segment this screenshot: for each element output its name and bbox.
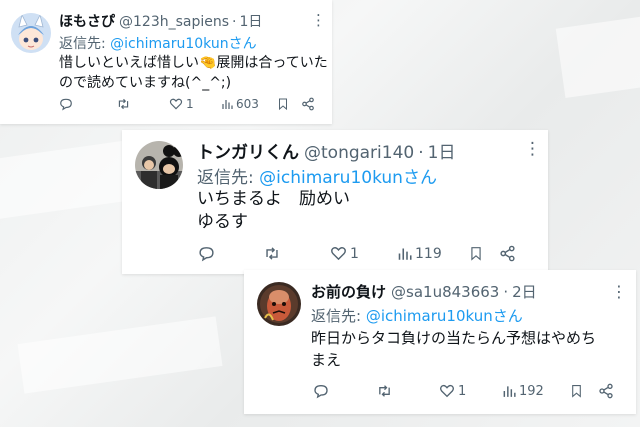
reply-to-link[interactable]: @ichimaru10kunさん xyxy=(110,36,256,52)
timestamp[interactable]: 2日 xyxy=(512,281,537,302)
share-icon xyxy=(599,383,613,399)
views-icon xyxy=(398,248,412,260)
like-count: 1 xyxy=(186,97,194,111)
display-name[interactable]: ほもさぴ xyxy=(59,11,115,31)
views-button[interactable]: 119 xyxy=(397,246,469,262)
timestamp[interactable]: 1日 xyxy=(239,11,262,31)
reply-prefix: 返信先: xyxy=(197,168,254,188)
reply-prefix: 返信先: xyxy=(311,307,362,325)
avatar[interactable] xyxy=(11,13,51,53)
views-button[interactable]: 603 xyxy=(221,97,277,111)
retweet-icon xyxy=(266,247,278,260)
separator-dot: · xyxy=(503,283,509,301)
like-button[interactable]: 1 xyxy=(439,383,502,399)
share-icon xyxy=(500,245,515,262)
like-count: 1 xyxy=(350,245,359,262)
tweet-card-2[interactable]: トンガリくん @tongari140 · 1日 ⋮ 返信先: @ichimaru… xyxy=(122,130,548,274)
tweet-header: お前の負け @sa1u843663 · 2日 xyxy=(311,281,537,302)
user-handle[interactable]: @123h_sapiens xyxy=(119,14,229,30)
tweet-text-line: いちまるよ 励めい xyxy=(197,189,350,209)
reply-context: 返信先: @ichimaru10kunさん xyxy=(59,33,257,53)
action-bar: 1 603 xyxy=(59,97,315,111)
background-stripe xyxy=(17,316,223,394)
view-count: 119 xyxy=(415,245,442,262)
like-icon xyxy=(331,247,346,261)
tweet-text: いちまるよ 励めい ゆるす xyxy=(197,188,537,234)
views-icon xyxy=(222,100,233,109)
retweet-button[interactable] xyxy=(116,97,169,111)
share-button[interactable] xyxy=(598,383,614,399)
reply-icon xyxy=(199,247,214,262)
views-icon xyxy=(503,386,516,397)
reply-context: 返信先: @ichimaru10kunさん xyxy=(197,163,437,188)
avatar[interactable] xyxy=(257,282,301,326)
retweet-button[interactable] xyxy=(263,245,330,262)
like-button[interactable]: 1 xyxy=(330,245,397,262)
tweet-card-3[interactable]: お前の負け @sa1u843663 · 2日 ⋮ 返信先: @ichimaru1… xyxy=(244,270,636,414)
bookmark-button[interactable] xyxy=(570,383,598,399)
reply-button[interactable] xyxy=(198,245,263,262)
separator-dot: · xyxy=(232,14,237,30)
like-icon xyxy=(440,384,454,398)
action-bar: 1 119 xyxy=(198,245,516,262)
reply-context: 返信先: @ichimaru10kunさん xyxy=(311,305,523,326)
tweet-text-line: 惜しいといえば惜しい🤏展開は合っていた xyxy=(59,55,328,71)
bookmark-icon xyxy=(279,98,287,111)
more-options-icon[interactable]: ⋮ xyxy=(524,139,541,159)
bookmark-button[interactable] xyxy=(277,97,301,111)
like-count: 1 xyxy=(458,383,467,399)
reply-icon xyxy=(60,98,72,111)
tweet-text-line: 昨日からタコ負けの当たらん予想はやめち xyxy=(311,329,597,347)
tweet-header: ほもさぴ @123h_sapiens · 1日 xyxy=(59,11,262,31)
reply-to-link[interactable]: @ichimaru10kunさん xyxy=(259,168,437,188)
reply-icon xyxy=(314,384,328,399)
views-button[interactable]: 192 xyxy=(502,384,570,399)
display-name[interactable]: お前の負け xyxy=(311,281,386,302)
tweet-header: トンガリくん @tongari140 · 1日 xyxy=(197,138,455,163)
reply-to-link[interactable]: @ichimaru10kunさん xyxy=(366,307,523,325)
reply-prefix: 返信先: xyxy=(59,36,106,52)
share-icon xyxy=(302,97,314,111)
timestamp[interactable]: 1日 xyxy=(428,138,456,163)
user-handle[interactable]: @tongari140 xyxy=(304,143,414,163)
tweet-card-1[interactable]: ほもさぴ @123h_sapiens · 1日 ⋮ 返信先: @ichimaru… xyxy=(0,0,332,124)
tweet-text-line: まえ xyxy=(311,350,342,369)
retweet-button[interactable] xyxy=(376,383,439,399)
background-stripe xyxy=(555,11,640,99)
display-name[interactable]: トンガリくん xyxy=(197,138,299,163)
action-bar: 1 192 xyxy=(313,383,614,399)
like-icon xyxy=(169,98,183,110)
reply-button[interactable] xyxy=(313,383,376,399)
retweet-icon xyxy=(379,385,390,397)
like-button[interactable]: 1 xyxy=(169,97,221,111)
bookmark-icon xyxy=(572,385,581,398)
share-button[interactable] xyxy=(301,97,315,111)
tweet-text-line: ので読めていますね(^_^;) xyxy=(59,75,232,92)
bookmark-icon xyxy=(471,247,481,261)
bookmark-button[interactable] xyxy=(469,245,499,262)
tweet-text: 昨日からタコ負けの当たらん予想はやめち まえ xyxy=(311,328,629,372)
share-button[interactable] xyxy=(499,245,516,262)
separator-dot: · xyxy=(418,143,424,163)
avatar[interactable] xyxy=(135,141,183,189)
tweet-text-line: ゆるす xyxy=(197,211,248,232)
more-options-icon[interactable]: ⋮ xyxy=(611,282,627,301)
user-handle[interactable]: @sa1u843663 xyxy=(391,283,499,301)
tweet-text: 惜しいといえば惜しい🤏展開は合っていた ので読めていますね(^_^;) xyxy=(59,53,329,94)
retweet-icon xyxy=(118,98,129,110)
view-count: 192 xyxy=(519,383,544,399)
view-count: 603 xyxy=(236,97,259,111)
reply-button[interactable] xyxy=(59,97,116,111)
more-options-icon[interactable]: ⋮ xyxy=(311,11,326,29)
